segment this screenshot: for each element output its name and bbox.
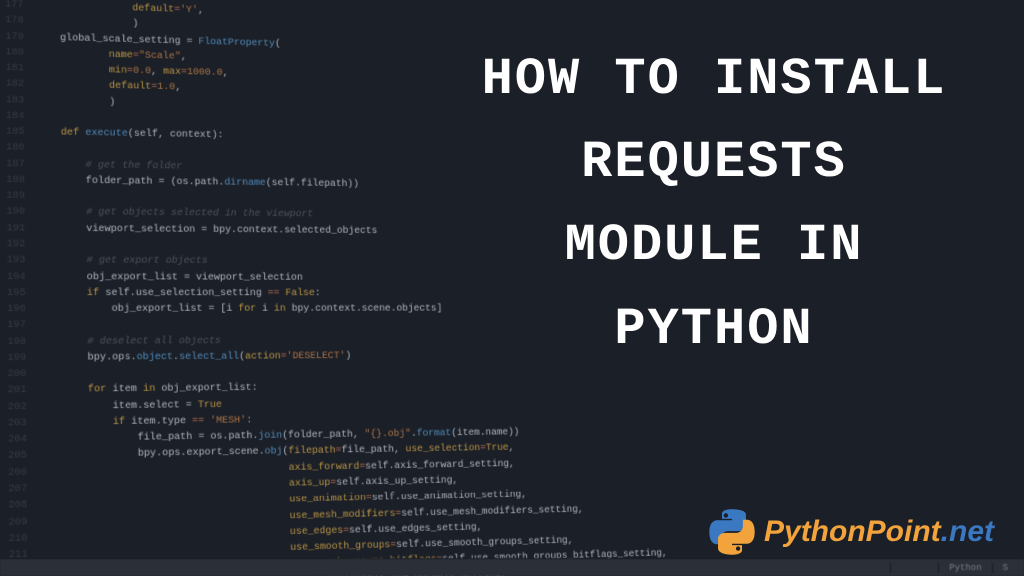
status-language: Python bbox=[938, 563, 991, 573]
title-line: PYTHON bbox=[444, 288, 984, 371]
site-branding: PythonPoint.net bbox=[708, 508, 994, 556]
headline-title: HOW TO INSTALL REQUESTS MODULE IN PYTHON bbox=[444, 38, 984, 371]
brand-text-tld: .net bbox=[941, 515, 994, 548]
editor-status-bar: Python S bbox=[0, 558, 1024, 576]
brand-text-main: PythonPoint bbox=[764, 515, 941, 548]
title-line: MODULE IN bbox=[444, 204, 984, 287]
status-indicator: S bbox=[992, 563, 1018, 573]
status-spacer bbox=[890, 563, 938, 573]
title-line: REQUESTS bbox=[444, 121, 984, 204]
brand-text: PythonPoint.net bbox=[764, 515, 994, 549]
title-line: HOW TO INSTALL bbox=[444, 38, 984, 121]
python-logo-icon bbox=[708, 508, 756, 556]
